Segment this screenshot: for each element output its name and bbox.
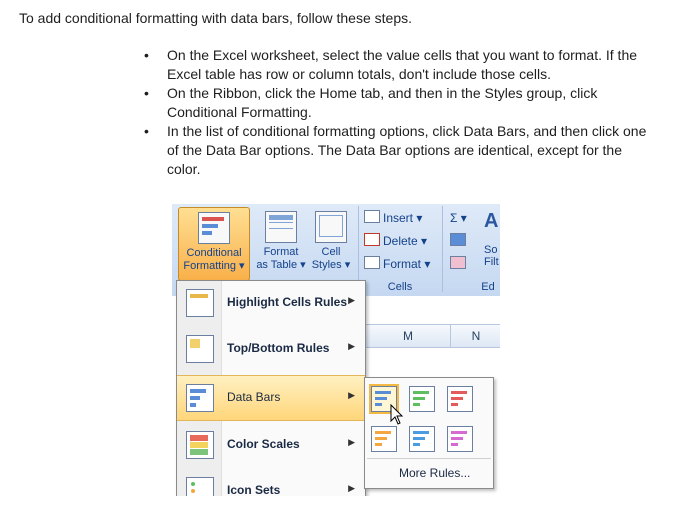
data-bar-option[interactable] <box>409 426 435 452</box>
insert-button[interactable]: Insert ▾ <box>364 208 422 228</box>
bar-fill <box>413 397 425 400</box>
bullet-icon: • <box>144 47 149 63</box>
bar-fill <box>451 397 463 400</box>
conditional-formatting-icon <box>198 212 230 244</box>
chevron-right-icon: ▶ <box>348 341 355 351</box>
bullet-icon: • <box>144 85 149 101</box>
bar-fill <box>451 431 467 434</box>
submenu-divider <box>367 458 491 459</box>
bullet-icon: • <box>144 123 149 139</box>
bar-fill <box>375 437 387 440</box>
bar-fill <box>375 403 382 406</box>
group-divider <box>442 206 443 292</box>
bar-fill <box>375 431 391 434</box>
color-scales-icon <box>186 431 214 459</box>
menu-item-icon-sets[interactable]: Icon Sets ▶ <box>177 469 365 496</box>
menu-item-color-scales[interactable]: Color Scales ▶ <box>177 423 365 467</box>
step-item: • On the Excel worksheet, select the valu… <box>144 47 638 82</box>
bar-fill <box>451 391 467 394</box>
chevron-right-icon: ▶ <box>348 390 355 400</box>
autosum-button[interactable]: Σ ▾ <box>450 208 467 228</box>
more-rules-link[interactable]: More Rules... <box>399 466 470 480</box>
menu-item-top-bottom-rules[interactable]: Top/Bottom Rules ▶ <box>177 327 365 371</box>
editing-group-label: Ed <box>481 281 495 293</box>
intro-text: To add conditional formatting with data … <box>19 10 412 26</box>
data-bar-option[interactable] <box>371 426 397 452</box>
bar-fill <box>451 437 463 440</box>
top-bottom-icon <box>186 335 214 363</box>
conditional-formatting-button[interactable]: Conditional Formatting ▾ <box>178 207 250 281</box>
cell-styles-button[interactable]: Cell Styles ▾ <box>310 207 352 279</box>
bar-fill <box>413 403 420 406</box>
format-table-icon <box>265 211 297 243</box>
conditional-formatting-menu: Highlight Cells Rules ▶ Top/Bottom Rules… <box>176 280 366 496</box>
data-bars-submenu: More Rules... <box>364 377 494 489</box>
bar-fill <box>413 443 420 446</box>
highlight-cells-icon <box>186 289 214 317</box>
sort-filter-button[interactable]: So Filt <box>484 244 499 268</box>
excel-screenshot: Conditional Formatting ▾ Format as Table… <box>172 204 500 496</box>
icon-sets-icon <box>186 477 214 496</box>
bar-fill <box>451 443 458 446</box>
chevron-right-icon: ▶ <box>348 483 355 493</box>
delete-button[interactable]: Delete ▾ <box>364 231 427 251</box>
data-bar-option[interactable] <box>447 426 473 452</box>
bar-fill <box>375 397 387 400</box>
cells-group-label: Cells <box>387 281 413 293</box>
format-as-table-button[interactable]: Format as Table ▾ <box>252 207 310 279</box>
step-item: • On the Ribbon, click the Home tab, and … <box>144 85 598 120</box>
column-header-m[interactable]: M <box>364 324 452 348</box>
column-header-n[interactable]: N <box>450 324 500 348</box>
bar-fill <box>451 403 458 406</box>
chevron-right-icon: ▶ <box>348 295 355 305</box>
menu-item-data-bars[interactable]: Data Bars ▶ <box>177 375 365 421</box>
chevron-right-icon: ▶ <box>348 437 355 447</box>
format-icon <box>364 256 380 269</box>
sort-az-icon[interactable]: A <box>484 210 498 233</box>
steps-list: • On the Excel worksheet, select the valu… <box>139 46 659 179</box>
format-button[interactable]: Format ▾ <box>364 254 430 274</box>
eraser-icon <box>450 256 466 269</box>
data-bar-option[interactable] <box>447 386 473 412</box>
data-bar-option[interactable] <box>409 386 435 412</box>
bar-fill <box>375 443 382 446</box>
fill-icon <box>450 233 466 246</box>
insert-icon <box>364 210 380 223</box>
mouse-cursor-icon <box>390 403 404 425</box>
fill-button[interactable] <box>450 231 469 251</box>
menu-item-highlight-cells-rules[interactable]: Highlight Cells Rules ▶ <box>177 281 365 325</box>
bar-fill <box>413 391 429 394</box>
cell-styles-icon <box>315 211 347 243</box>
step-item: • In the list of conditional formatting o… <box>144 123 647 177</box>
delete-icon <box>364 233 380 246</box>
data-bars-icon <box>186 384 214 412</box>
bar-fill <box>413 437 425 440</box>
clear-button[interactable] <box>450 254 469 274</box>
bar-fill <box>413 431 429 434</box>
bar-fill <box>375 391 391 394</box>
